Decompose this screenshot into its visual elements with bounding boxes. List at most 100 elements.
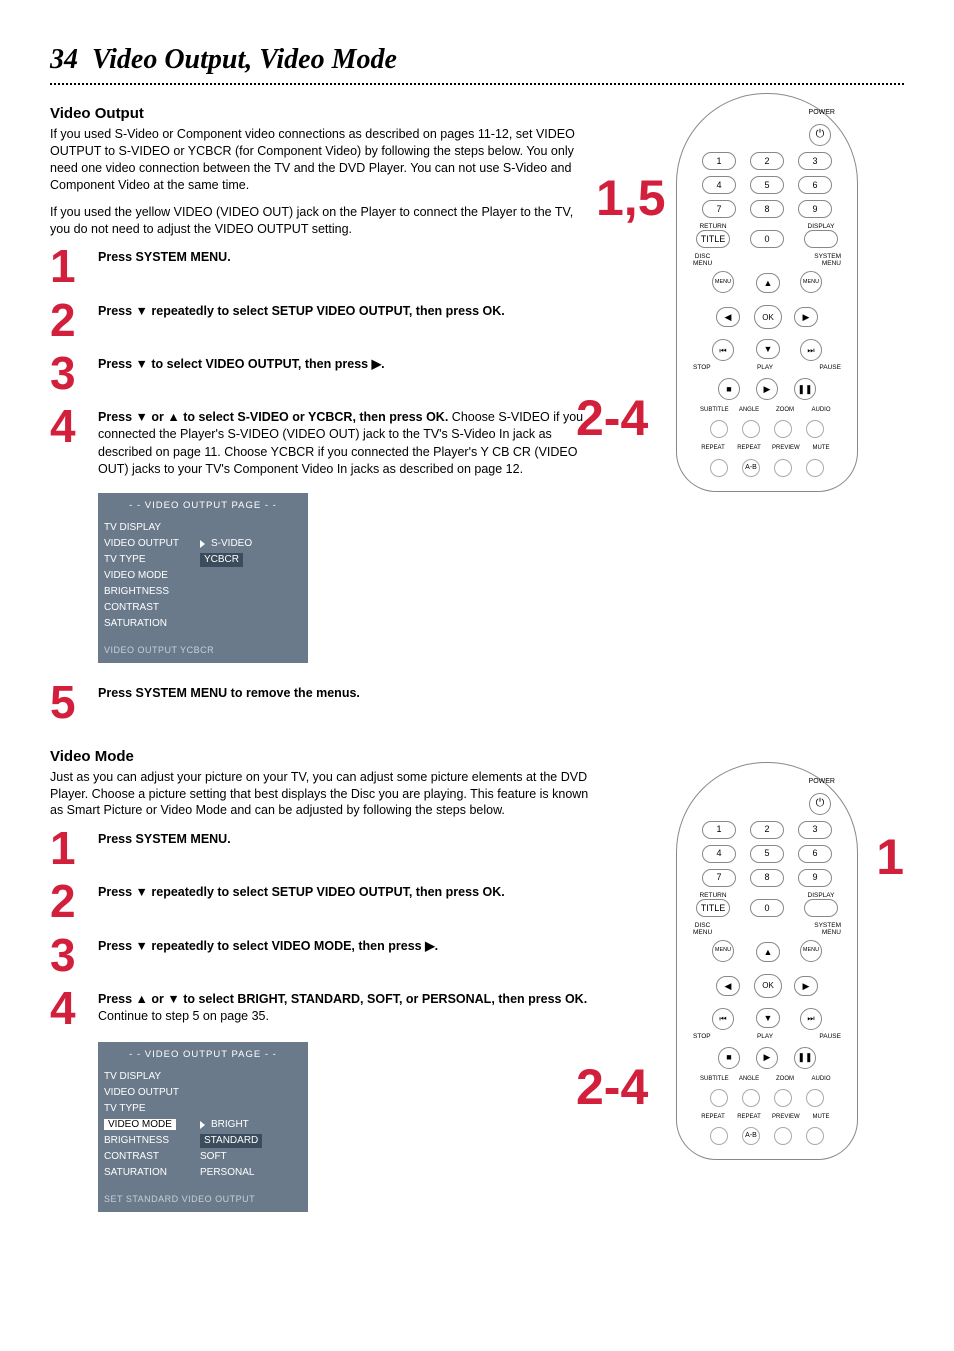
num-6[interactable]: 6: [798, 845, 832, 863]
num-3[interactable]: 3: [798, 821, 832, 839]
repeat-button[interactable]: [710, 1127, 728, 1145]
num-5[interactable]: 5: [750, 845, 784, 863]
angle-button[interactable]: [742, 1089, 760, 1107]
menu-item: TV DISPLAY: [104, 1070, 200, 1084]
vo-step-4: 4 Press ▼ or ▲ to select S-VIDEO or YCBC…: [50, 407, 590, 479]
left-button[interactable]: ◀: [716, 976, 740, 996]
menu-item: CONTRAST: [104, 601, 200, 615]
subtitle-button[interactable]: [710, 1089, 728, 1107]
num-5[interactable]: 5: [750, 176, 784, 194]
preview-label: PREVIEW: [772, 1113, 798, 1121]
play-button[interactable]: ▶: [756, 378, 778, 400]
preview-button[interactable]: [774, 459, 792, 477]
menu-item: BRIGHTNESS: [104, 1134, 200, 1148]
display-button[interactable]: [804, 230, 838, 248]
prev-button[interactable]: ⏮: [712, 339, 734, 361]
num-9[interactable]: 9: [798, 869, 832, 887]
next-button[interactable]: ⏭: [800, 1008, 822, 1030]
up-button[interactable]: ▲: [756, 273, 780, 293]
video-output-intro1: If you used S-Video or Component video c…: [50, 126, 590, 194]
num-8[interactable]: 8: [750, 869, 784, 887]
step-number: 1: [50, 247, 84, 286]
disc-menu-button[interactable]: MENU: [712, 271, 734, 293]
menu-item: TV TYPE: [104, 1102, 200, 1116]
disc-menu-label: DISC MENU: [693, 254, 712, 267]
next-button[interactable]: ⏭: [800, 339, 822, 361]
stop-button[interactable]: ■: [718, 1047, 740, 1069]
vo-step5-text: Press SYSTEM MENU to remove the menus.: [98, 686, 360, 700]
zoom-button[interactable]: [774, 1089, 792, 1107]
left-button[interactable]: ◀: [716, 307, 740, 327]
callout-2-4: 2-4: [576, 383, 648, 453]
display-button[interactable]: [804, 899, 838, 917]
prev-button[interactable]: ⏮: [712, 1008, 734, 1030]
page-title: 34 Video Output, Video Mode: [50, 40, 904, 79]
system-menu-button[interactable]: MENU: [800, 940, 822, 962]
num-6[interactable]: 6: [798, 176, 832, 194]
vm-step4-body: Continue to step 5 on page 35.: [98, 1009, 269, 1023]
step-number: 4: [50, 989, 84, 1028]
num-3[interactable]: 3: [798, 152, 832, 170]
menu-item: TV TYPE: [104, 553, 200, 567]
menu-title: - - VIDEO OUTPUT PAGE - -: [98, 497, 308, 520]
audio-label: AUDIO: [808, 1075, 834, 1083]
menu-item: BRIGHTNESS: [104, 585, 200, 599]
mute-button[interactable]: [806, 1127, 824, 1145]
zoom-button[interactable]: [774, 420, 792, 438]
menu-item: VIDEO OUTPUT: [104, 1086, 200, 1100]
mute-button[interactable]: [806, 459, 824, 477]
audio-button[interactable]: [806, 1089, 824, 1107]
up-button[interactable]: ▲: [756, 942, 780, 962]
num-4[interactable]: 4: [702, 845, 736, 863]
num-1[interactable]: 1: [702, 821, 736, 839]
ab-button[interactable]: A-B: [742, 459, 760, 477]
subtitle-button[interactable]: [710, 420, 728, 438]
repeat2-label: REPEAT: [736, 444, 762, 452]
title-button[interactable]: TITLE: [696, 899, 730, 917]
menu-pointer-icon: [200, 1121, 205, 1129]
video-output-heading: Video Output: [50, 103, 590, 124]
down-button[interactable]: ▼: [756, 1008, 780, 1028]
pause-button[interactable]: ❚❚: [794, 1047, 816, 1069]
return-label: RETURN: [696, 224, 730, 231]
down-button[interactable]: ▼: [756, 339, 780, 359]
num-7[interactable]: 7: [702, 200, 736, 218]
num-2[interactable]: 2: [750, 152, 784, 170]
menu-title: - - VIDEO OUTPUT PAGE - -: [98, 1046, 308, 1069]
preview-label: PREVIEW: [772, 444, 798, 452]
stop-button[interactable]: ■: [718, 378, 740, 400]
title-button[interactable]: TITLE: [696, 230, 730, 248]
system-menu-button[interactable]: MENU: [800, 271, 822, 293]
display-label: DISPLAY: [804, 224, 838, 231]
num-2[interactable]: 2: [750, 821, 784, 839]
ok-button[interactable]: OK: [754, 974, 782, 998]
ok-button[interactable]: OK: [754, 305, 782, 329]
right-button[interactable]: ▶: [794, 976, 818, 996]
num-7[interactable]: 7: [702, 869, 736, 887]
angle-button[interactable]: [742, 420, 760, 438]
repeat-button[interactable]: [710, 459, 728, 477]
video-mode-heading: Video Mode: [50, 746, 590, 767]
pause-button[interactable]: ❚❚: [794, 378, 816, 400]
menu-option: SOFT: [200, 1150, 227, 1164]
num-8[interactable]: 8: [750, 200, 784, 218]
num-1[interactable]: 1: [702, 152, 736, 170]
disc-menu-label: DISC MENU: [693, 923, 712, 936]
num-0[interactable]: 0: [750, 899, 784, 917]
right-button[interactable]: ▶: [794, 307, 818, 327]
audio-button[interactable]: [806, 420, 824, 438]
video-mode-intro: Just as you can adjust your picture on y…: [50, 769, 590, 820]
disc-menu-button[interactable]: MENU: [712, 940, 734, 962]
preview-button[interactable]: [774, 1127, 792, 1145]
vm-step-4: 4 Press ▲ or ▼ to select BRIGHT, STANDAR…: [50, 989, 590, 1028]
power-button[interactable]: ⏻: [809, 793, 831, 815]
num-0[interactable]: 0: [750, 230, 784, 248]
ab-button[interactable]: A-B: [742, 1127, 760, 1145]
num-9[interactable]: 9: [798, 200, 832, 218]
zoom-label: ZOOM: [772, 406, 798, 414]
power-button[interactable]: ⏻: [809, 124, 831, 146]
menu-value: S-VIDEO: [211, 537, 252, 551]
play-button[interactable]: ▶: [756, 1047, 778, 1069]
video-output-menu: - - VIDEO OUTPUT PAGE - - TV DISPLAY VID…: [98, 493, 308, 663]
num-4[interactable]: 4: [702, 176, 736, 194]
